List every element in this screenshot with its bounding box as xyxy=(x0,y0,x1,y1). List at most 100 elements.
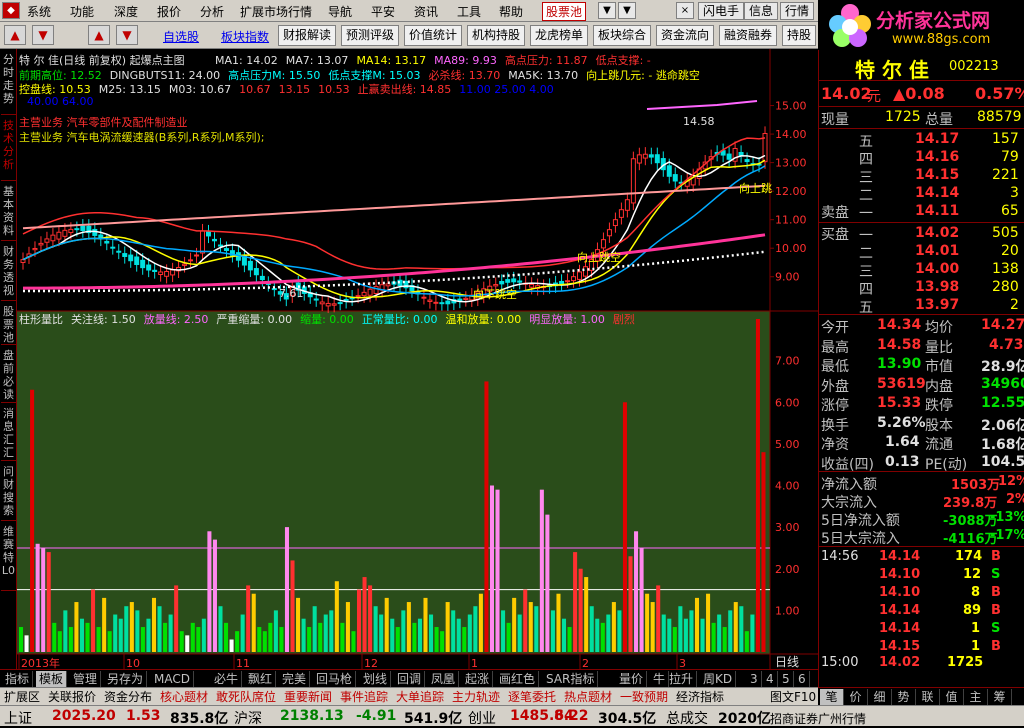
menu-news[interactable]: 资讯 xyxy=(414,3,438,20)
menu-tools[interactable]: 工具 xyxy=(457,3,481,20)
tab-intraday[interactable]: 分时走势 xyxy=(1,49,16,115)
extension-tab[interactable]: 逐笔委托 xyxy=(508,689,556,705)
extension-tab[interactable]: 重要新闻 xyxy=(284,689,332,705)
indicator-tab[interactable]: 指标 xyxy=(2,671,34,687)
indicator-tab[interactable]: 4 xyxy=(763,671,778,687)
quote-tab[interactable]: 细 xyxy=(868,689,892,705)
chart-area[interactable]: 15.00 14.00 13.00 12.00 11.00 10.00 9.00 7.00 6.… xyxy=(17,49,818,669)
indicator-tab[interactable]: 周KD xyxy=(700,671,737,687)
volume-bar xyxy=(517,614,522,652)
indicator-tab[interactable]: 6 xyxy=(795,671,810,687)
prev-down-button[interactable]: ▼ xyxy=(32,25,54,45)
market-button[interactable]: 行情 xyxy=(780,2,815,20)
indicator-tab[interactable]: 拉升 xyxy=(666,671,698,687)
tab-finance[interactable]: 财务透视 xyxy=(1,241,16,301)
menu-analysis[interactable]: 分析 xyxy=(200,3,224,20)
menu-help[interactable]: 帮助 xyxy=(499,3,523,20)
menu-ext-market[interactable]: 扩展市场行情 xyxy=(240,3,312,20)
menu-system[interactable]: 系统 xyxy=(27,3,51,20)
total-volume-label: 总量 xyxy=(925,112,953,128)
indicator-tab[interactable]: 必牛 xyxy=(211,671,243,687)
tab-technical[interactable]: 技术分析 xyxy=(1,115,16,181)
total-volume: 88579 xyxy=(977,109,1022,125)
volume-bar xyxy=(107,631,112,652)
margin-trading-button[interactable]: 融资融券 xyxy=(719,25,777,46)
tick-price: 14.10 xyxy=(879,567,921,582)
volume-bar xyxy=(539,489,544,652)
close-window-button[interactable]: × xyxy=(676,2,694,19)
tab-preopen[interactable]: 盘前必读 xyxy=(1,345,16,403)
extension-tab[interactable]: 热点题材 xyxy=(564,689,612,705)
legend-item: 关注线: 1.50 xyxy=(71,313,136,326)
fund-flow-button[interactable]: 资金流向 xyxy=(656,25,714,46)
indicator-tab[interactable]: SAR指标 xyxy=(543,671,599,687)
tab-news-digest[interactable]: 消息汇汇 xyxy=(1,403,16,461)
indicator-tab[interactable]: 划线 xyxy=(360,671,392,687)
dragon-tiger-button[interactable]: 龙虎榜单 xyxy=(530,25,588,46)
extension-tab[interactable]: 敢死队席位 xyxy=(216,689,276,705)
menu-pingan[interactable]: 平安 xyxy=(371,3,395,20)
down-arrow-button[interactable]: ▼ xyxy=(116,25,138,45)
quote-tab[interactable]: 筹 xyxy=(988,689,1012,705)
indicator-tab[interactable]: 回马枪 xyxy=(313,671,357,687)
lightning-trade-button[interactable]: 闪电手 xyxy=(698,2,745,20)
value-stats-button[interactable]: 价值统计 xyxy=(404,25,462,46)
institution-holding-button[interactable]: 机构持股 xyxy=(467,25,525,46)
indicator-tab[interactable]: 飘红 xyxy=(245,671,277,687)
indicator-tab[interactable]: 模板 xyxy=(36,671,68,687)
indicator-tab[interactable]: MACD xyxy=(151,671,194,687)
volume-bar xyxy=(135,610,140,652)
forecast-rating-button[interactable]: 预测评级 xyxy=(341,25,399,46)
indicator-tab[interactable]: 另存为 xyxy=(104,671,148,687)
indicator-tab[interactable]: 完美 xyxy=(279,671,311,687)
stat-label: PE(动) xyxy=(925,456,968,473)
quote-tab[interactable]: 联 xyxy=(916,689,940,705)
tab-basic-info[interactable]: 基本资料 xyxy=(1,181,16,241)
app-icon[interactable]: ◆ xyxy=(2,2,20,19)
indicator-tab[interactable]: 画红色 xyxy=(496,671,540,687)
extension-tab[interactable]: 核心题材 xyxy=(160,689,208,705)
menu-depth[interactable]: 深度 xyxy=(114,3,138,20)
extension-tab[interactable]: 关联报价 xyxy=(48,689,96,705)
info-button[interactable]: 信息 xyxy=(744,2,779,20)
watchlist-link[interactable]: 自选股 xyxy=(163,28,199,45)
tab-stock-pool[interactable]: 股票池 xyxy=(1,301,16,345)
extension-tab[interactable]: 主力轨迹 xyxy=(452,689,500,705)
menu-nav[interactable]: 导航 xyxy=(328,3,352,20)
indicator-tab[interactable]: 管理 xyxy=(70,671,102,687)
f10-button[interactable]: 图文F10 xyxy=(770,689,816,705)
indicator-tab[interactable]: 回调 xyxy=(394,671,426,687)
volume-bar xyxy=(24,635,29,652)
sector-index-link[interactable]: 板块指数 xyxy=(221,28,269,45)
quote-tab[interactable]: 势 xyxy=(892,689,916,705)
dropdown-button[interactable]: ▼ xyxy=(598,2,616,19)
candle-body xyxy=(337,302,343,305)
extension-tab[interactable]: 事件追踪 xyxy=(340,689,388,705)
quote-tab[interactable]: 主 xyxy=(964,689,988,705)
holding-change-button[interactable]: 持股变 xyxy=(782,25,816,46)
prev-up-button[interactable]: ▲ xyxy=(4,25,26,45)
tab-wencai-search[interactable]: 问财搜索 xyxy=(1,461,16,521)
sector-overview-button[interactable]: 板块综合 xyxy=(593,25,651,46)
indicator-tab[interactable]: 起涨 xyxy=(462,671,494,687)
minimize-button[interactable]: ▼ xyxy=(618,2,636,19)
tab-vsat[interactable]: 维赛特L0 xyxy=(1,521,16,591)
extension-tab[interactable]: 资金分布 xyxy=(104,689,152,705)
up-arrow-button[interactable]: ▲ xyxy=(88,25,110,45)
extension-tab[interactable]: 大单追踪 xyxy=(396,689,444,705)
volume-bar xyxy=(506,622,511,652)
menu-quote[interactable]: 报价 xyxy=(157,3,181,20)
quote-tab[interactable]: 值 xyxy=(940,689,964,705)
indicator-tab[interactable]: 量价 xyxy=(616,671,648,687)
indicator-tab[interactable]: 3 xyxy=(747,671,762,687)
indicator-tab[interactable]: 凤凰 xyxy=(428,671,460,687)
indicator-tab[interactable]: 5 xyxy=(779,671,794,687)
financial-report-button[interactable]: 财报解读 xyxy=(278,25,336,46)
menu-stock-pool[interactable]: 股票池 xyxy=(542,2,587,21)
extension-tab[interactable]: 扩展区 xyxy=(4,689,40,705)
quote-tab[interactable]: 价 xyxy=(844,689,868,705)
quote-tab[interactable]: 笔 xyxy=(820,689,844,705)
extension-tab[interactable]: 经济指标 xyxy=(676,689,724,705)
extension-tab[interactable]: 一致预期 xyxy=(620,689,668,705)
menu-function[interactable]: 功能 xyxy=(70,3,94,20)
